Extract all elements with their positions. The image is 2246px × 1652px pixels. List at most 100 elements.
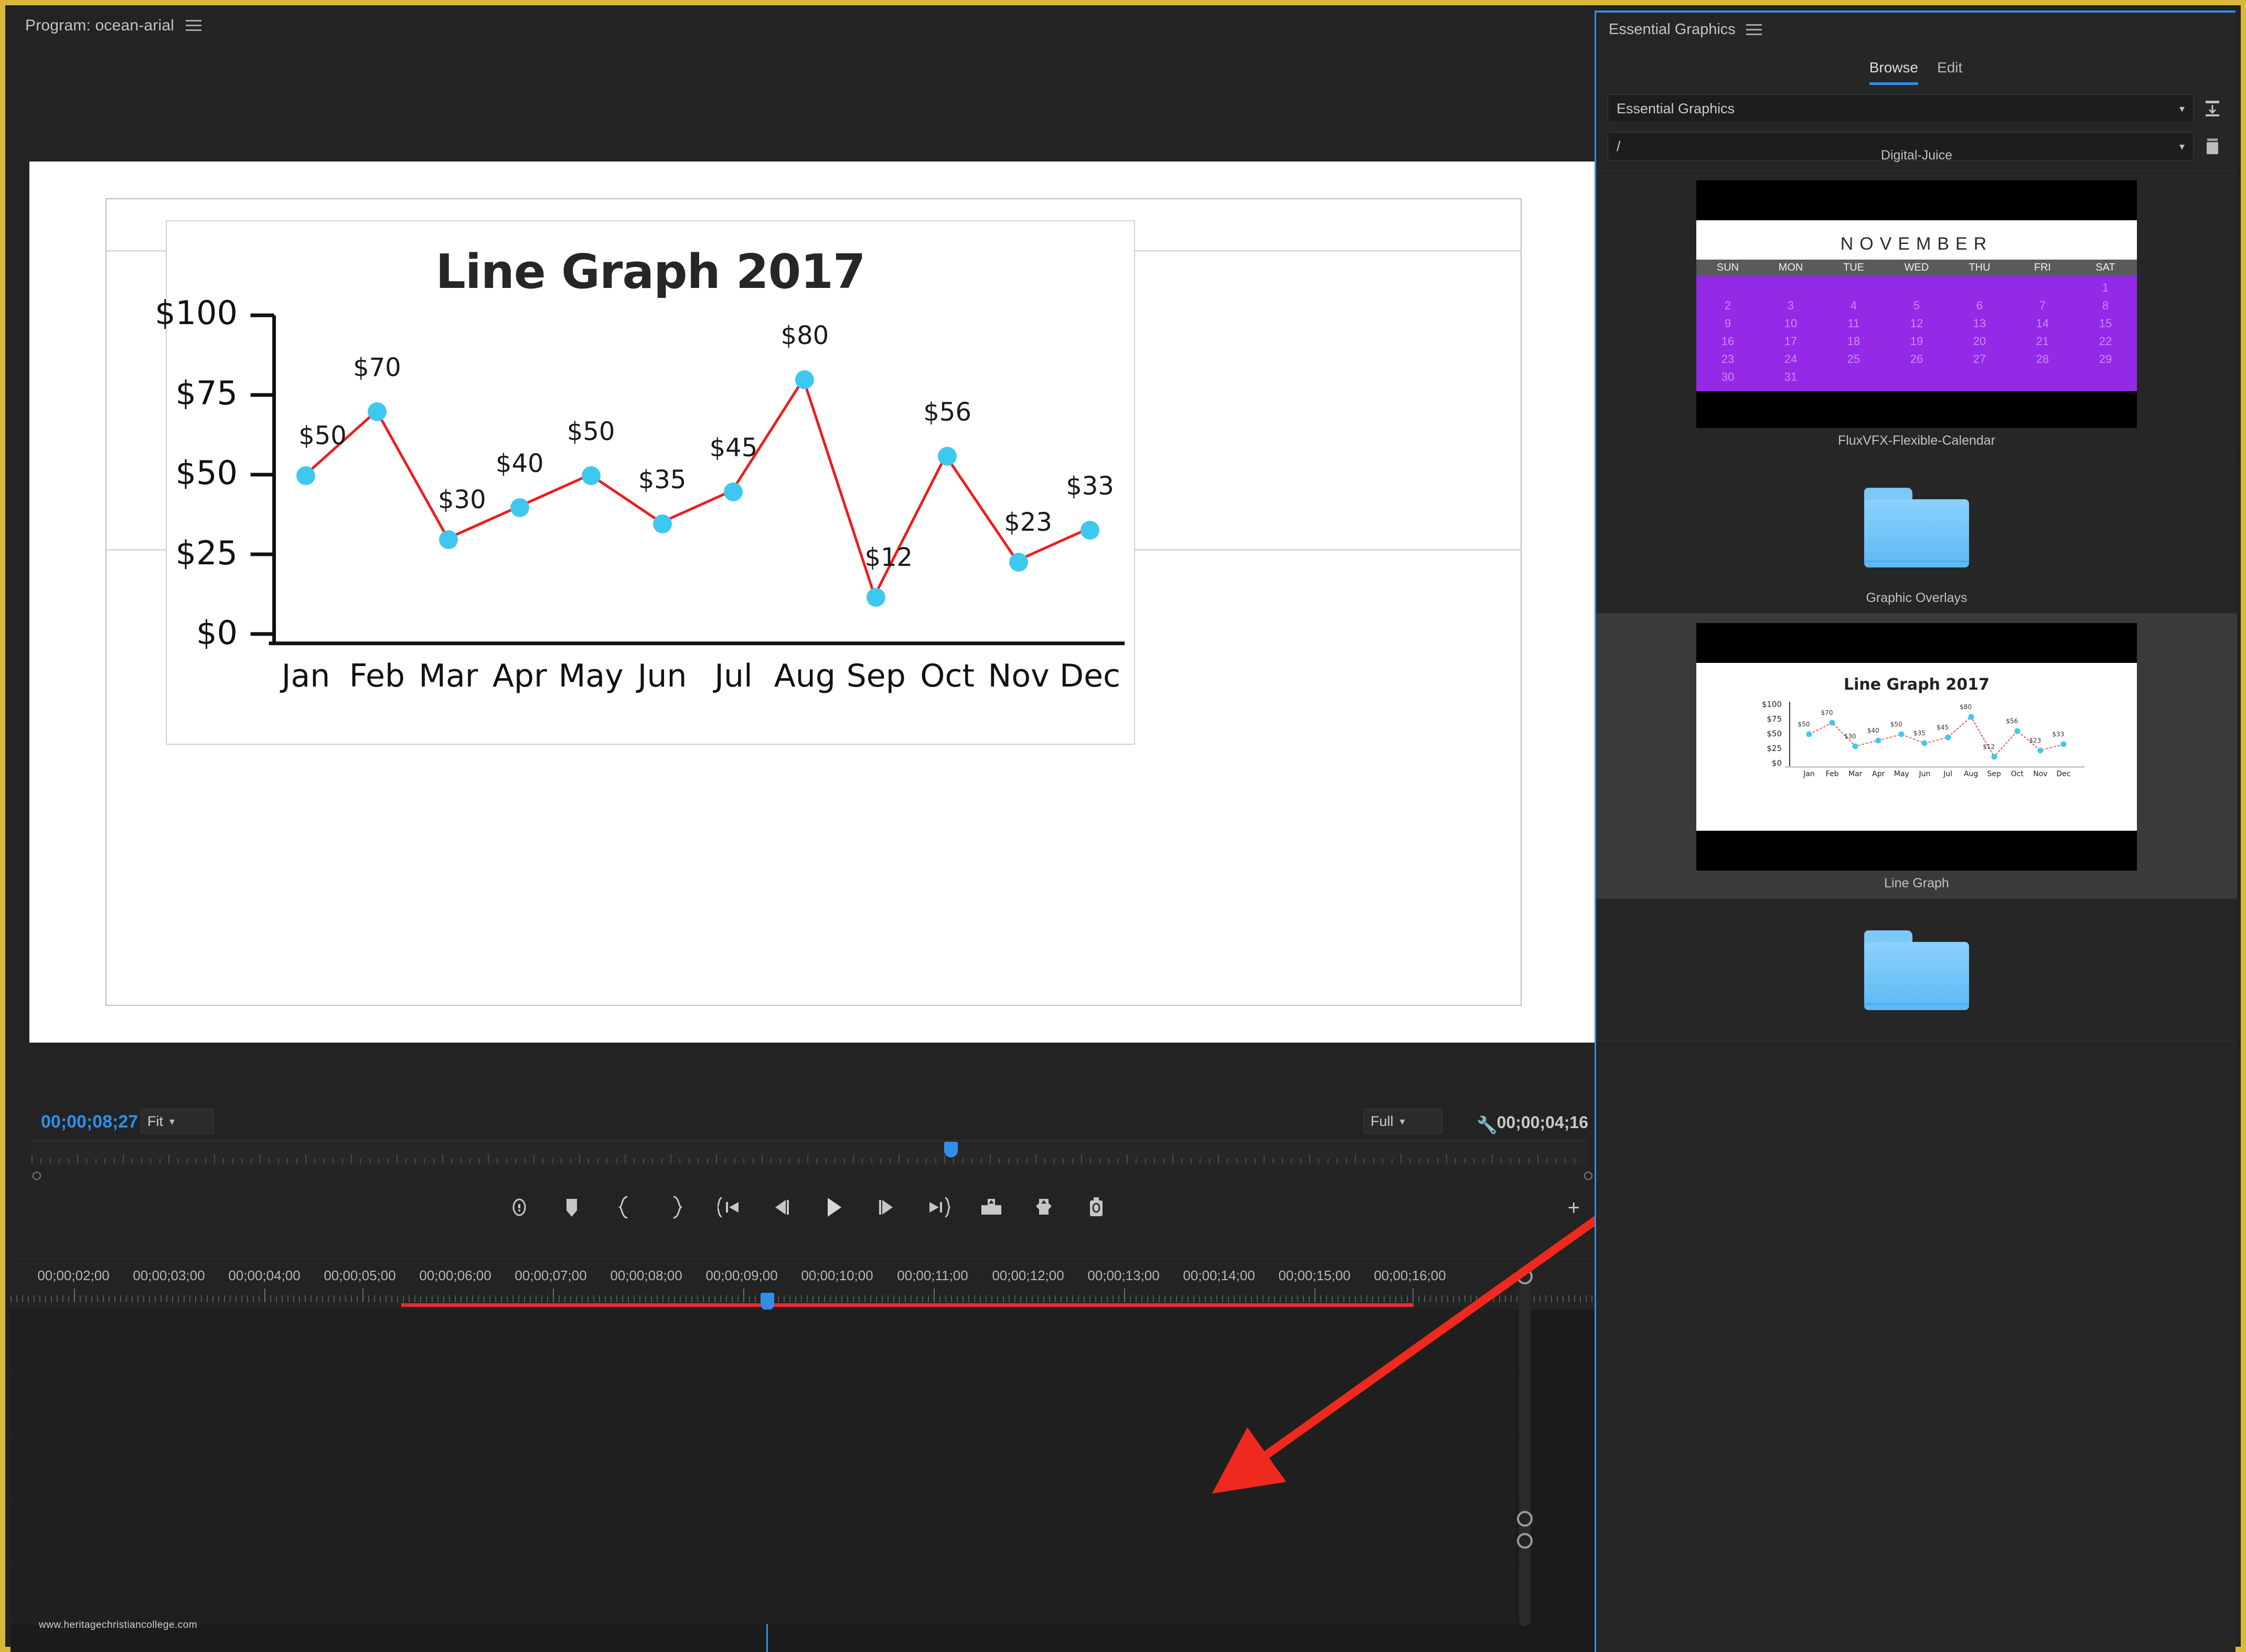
calendar-weekday: THU: [1969, 262, 1991, 273]
mini-data-point-label: $56: [2006, 717, 2018, 725]
list-item[interactable]: Digital-Juice: [1596, 143, 2237, 171]
scrubber-tick: [1455, 1158, 1457, 1163]
scrubber-tick: [1428, 1158, 1429, 1163]
scrubber-tick: [196, 1158, 197, 1163]
tab-browse[interactable]: Browse: [1869, 59, 1919, 85]
ruler-tick: [178, 1295, 179, 1302]
calendar-week-row: 16 17 18 19 20 21 22: [1696, 332, 2137, 350]
essential-graphics-browser-list[interactable]: Digital-Juice NOVEMBER SUN MON TUE WED THU FR…: [1596, 143, 2237, 1652]
mini-data-point-label: $50: [1890, 721, 1902, 728]
list-item[interactable]: Graphic Overlays: [1596, 456, 2237, 614]
scrollbar-handle-top[interactable]: [1517, 1269, 1533, 1284]
timeline-ruler[interactable]: 00;00;02;00 00;00;03;00 00;00;04;00 00;00;0…: [10, 1259, 1605, 1310]
list-item-line-graph[interactable]: Line Graph 2017 $100 $75 $50 $25 $0 Jan $50 Feb…: [1596, 614, 2237, 899]
calendar-day-cell: 25: [1847, 352, 1860, 366]
timeline-playhead[interactable]: [761, 1293, 774, 1311]
ruler-tick: [443, 1295, 444, 1302]
resolution-select[interactable]: Full ▾: [1364, 1109, 1442, 1134]
list-item[interactable]: [1596, 899, 2237, 1041]
step-forward-button[interactable]: [873, 1194, 900, 1221]
mini-data-point-label: $45: [1937, 724, 1949, 731]
mini-x-tick-label: Oct: [2010, 769, 2024, 778]
ruler-tick: [1476, 1295, 1477, 1302]
play-stop-button[interactable]: [820, 1194, 848, 1221]
timeline-vertical-scrollbar[interactable]: [1517, 1264, 1533, 1626]
scrubber-tick: [1437, 1158, 1438, 1163]
ruler-timecode-label: 00;00;07;00: [515, 1268, 587, 1283]
ruler-tick: [634, 1295, 635, 1302]
ruler-tick: [1078, 1295, 1079, 1302]
calendar-day-cell: 5: [1913, 299, 1920, 312]
ruler-tick: [1061, 1295, 1062, 1302]
go-to-out-button[interactable]: [925, 1194, 953, 1221]
ruler-timecode-label: 00;00;10;00: [801, 1268, 873, 1283]
add-marker-button[interactable]: [506, 1194, 533, 1221]
current-timecode[interactable]: 00;00;08;27: [41, 1112, 138, 1132]
ruler-tick: [85, 1295, 87, 1302]
ruler-tick: [420, 1295, 421, 1302]
hamburger-icon[interactable]: [186, 20, 202, 31]
timeline-track-v1[interactable]: [10, 1372, 1516, 1435]
list-item-label: Graphic Overlays: [1866, 591, 1967, 605]
mark-out-bracket-button[interactable]: [663, 1194, 690, 1221]
scrubber-tick: [1418, 1158, 1420, 1163]
calendar-day-cell: [2011, 368, 2074, 386]
calendar-day-cell: [1822, 279, 1885, 297]
step-back-button[interactable]: [768, 1194, 795, 1221]
export-frame-button[interactable]: [1083, 1194, 1110, 1221]
scrollbar-handle-bottom[interactable]: [1517, 1533, 1533, 1549]
ruler-tick: [161, 1295, 162, 1302]
go-to-in-button[interactable]: [715, 1194, 743, 1221]
ruler-tick: [1216, 1295, 1217, 1302]
scrubber-tick: [378, 1158, 380, 1163]
ruler-tick: [605, 1295, 606, 1302]
ruler-tick: [916, 1295, 917, 1302]
library-select[interactable]: Essential Graphics ▾: [1608, 94, 2194, 123]
tab-edit[interactable]: Edit: [1937, 59, 1962, 85]
zoom-level-select[interactable]: Fit ▾: [141, 1109, 214, 1134]
ruler-tick: [1372, 1295, 1373, 1302]
mini-x-tick-label: Dec: [2056, 769, 2071, 778]
wrench-icon[interactable]: 🔧: [1477, 1115, 1498, 1135]
install-motion-graphic-icon[interactable]: [2201, 97, 2224, 120]
ruler-tick: [414, 1295, 415, 1302]
scrubber-tick: [807, 1155, 808, 1163]
scrubber-tick: [460, 1158, 462, 1163]
scrollbar-handle-mid[interactable]: [1517, 1511, 1533, 1527]
calendar-week-row: 30 31: [1696, 368, 2137, 386]
scrubber-end-handle[interactable]: [1584, 1172, 1592, 1180]
ruler-tick: [1539, 1295, 1541, 1302]
scrubber-tick: [798, 1158, 799, 1163]
scrubber-tick: [899, 1155, 900, 1163]
scrubber-tick: [387, 1158, 389, 1163]
ruler-tick: [1516, 1295, 1517, 1302]
calendar-day-cell: [1822, 368, 1885, 386]
list-item[interactable]: NOVEMBER SUN MON TUE WED THU FRI SAT 123456789…: [1596, 171, 2237, 456]
ruler-timecode-label: 00;00;15;00: [1278, 1268, 1351, 1283]
scrubber-tick: [551, 1158, 553, 1163]
timeline-track-a3[interactable]: [10, 1561, 1516, 1624]
ruler-tick: [1511, 1295, 1512, 1302]
monitor-stage[interactable]: Line Graph 2017 $100 $75 $50 $25 $0 Jan $50 Feb…: [29, 162, 1598, 1043]
button-editor-button[interactable]: +: [1568, 1197, 1580, 1218]
calendar-week-row: 2 3 4 5 6 7 8: [1696, 297, 2137, 315]
monitor-controls: 00;00;08;27 Fit ▾ Full ▾ 🔧 00;00;04;16 +: [10, 1101, 1605, 1259]
timeline-track-v2[interactable]: [10, 1310, 1516, 1372]
timeline-track-a2[interactable]: [10, 1498, 1516, 1561]
mark-in-button[interactable]: [558, 1194, 585, 1221]
hamburger-icon[interactable]: [1746, 24, 1762, 36]
mark-in-bracket-button[interactable]: [611, 1194, 638, 1221]
scrubber-start-handle[interactable]: [33, 1172, 41, 1180]
timeline-track-a1[interactable]: [10, 1435, 1516, 1498]
ruler-tick: [1188, 1295, 1189, 1302]
monitor-playhead[interactable]: [944, 1142, 958, 1157]
ruler-tick: [1447, 1295, 1448, 1302]
extract-button[interactable]: [1030, 1194, 1057, 1221]
calendar-day-cell: 19: [1910, 335, 1923, 348]
ruler-tick: [437, 1295, 438, 1302]
monitor-scrubber[interactable]: [31, 1140, 1587, 1165]
ruler-tick: [1401, 1295, 1402, 1302]
work-area-bar[interactable]: [401, 1303, 1414, 1307]
calendar-day-cell: 26: [1910, 352, 1923, 366]
lift-button[interactable]: [978, 1194, 1005, 1221]
